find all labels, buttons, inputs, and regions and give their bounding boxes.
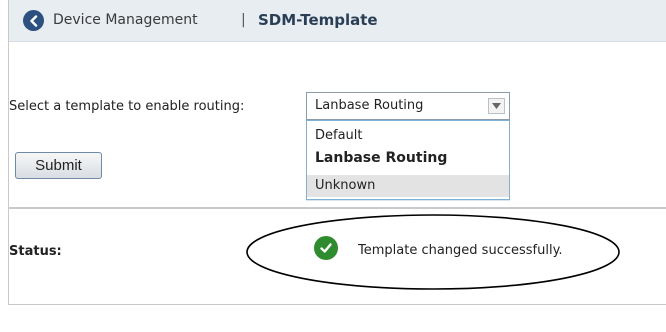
template-select[interactable]: Lanbase Routing: [306, 92, 510, 120]
divider: [9, 207, 666, 209]
template-select-label: Select a template to enable routing:: [9, 99, 245, 114]
dropdown-option-lanbase-routing[interactable]: Lanbase Routing: [307, 147, 509, 169]
dropdown-option-default[interactable]: Default: [307, 125, 509, 147]
status-label: Status:: [9, 244, 62, 259]
template-dropdown-list: Default Lanbase Routing Unknown: [306, 120, 510, 200]
dropdown-arrow-icon[interactable]: [488, 98, 505, 114]
breadcrumb-separator: |: [241, 12, 246, 28]
status-message: Template changed successfully.: [358, 243, 563, 258]
breadcrumb-parent[interactable]: Device Management: [53, 12, 198, 28]
submit-button[interactable]: Submit: [15, 152, 102, 179]
chevron-left-icon: [29, 14, 37, 27]
dropdown-option-unknown[interactable]: Unknown: [307, 175, 509, 197]
checkmark-icon: [314, 236, 338, 260]
page-title: SDM-Template: [258, 11, 378, 29]
template-select-value: Lanbase Routing: [315, 98, 424, 113]
back-button[interactable]: [23, 10, 44, 31]
